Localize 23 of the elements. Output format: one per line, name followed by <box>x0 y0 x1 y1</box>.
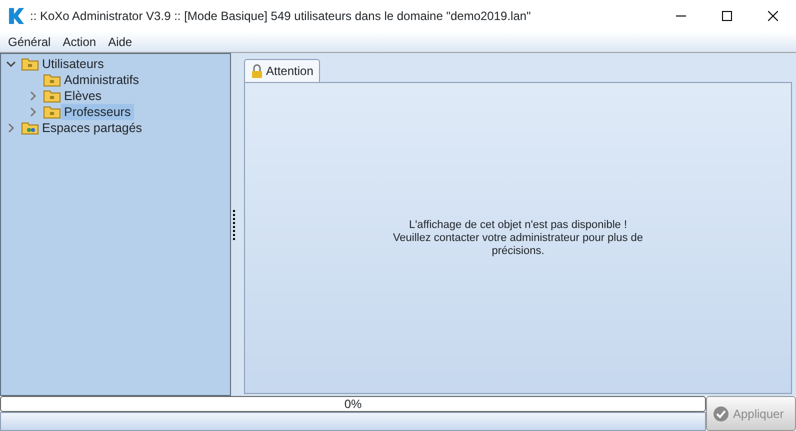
tree-item[interactable]: Espaces partagés <box>39 120 146 136</box>
folder-icon <box>21 57 39 71</box>
menu-item[interactable]: Aide <box>102 33 138 51</box>
padlock-icon <box>251 64 263 78</box>
tab[interactable]: Attention <box>244 59 320 82</box>
maximize-icon <box>722 11 732 21</box>
menu-item[interactable]: Action <box>56 33 102 51</box>
tree-item[interactable]: Elèves <box>61 88 105 104</box>
close-icon <box>768 11 778 21</box>
tree-item[interactable]: Administratifs <box>61 72 142 88</box>
shared-folder-icon <box>21 121 39 135</box>
progress-reading: 0% <box>344 397 362 411</box>
folder-icon <box>43 105 61 119</box>
folder-icon <box>43 89 61 103</box>
app-logo-icon <box>8 7 24 25</box>
message-text: L'affichage de cet objet n'est pas disponible ! Veuillez contacter votre administrateur pour plus de précisions. <box>392 218 644 258</box>
folder-icon <box>43 73 61 87</box>
window-title: :: KoXo Administrator V3.9 :: [Mode Basique] 549 utilisateurs dans le domaine "demo2019.lan" <box>30 8 531 25</box>
check-icon <box>713 406 729 422</box>
splitter-grip-icon[interactable] <box>233 210 236 240</box>
tree-item[interactable]: Professeurs <box>61 104 134 120</box>
tree-item[interactable]: Utilisateurs <box>39 56 107 72</box>
menu-item[interactable]: Général <box>2 33 57 51</box>
